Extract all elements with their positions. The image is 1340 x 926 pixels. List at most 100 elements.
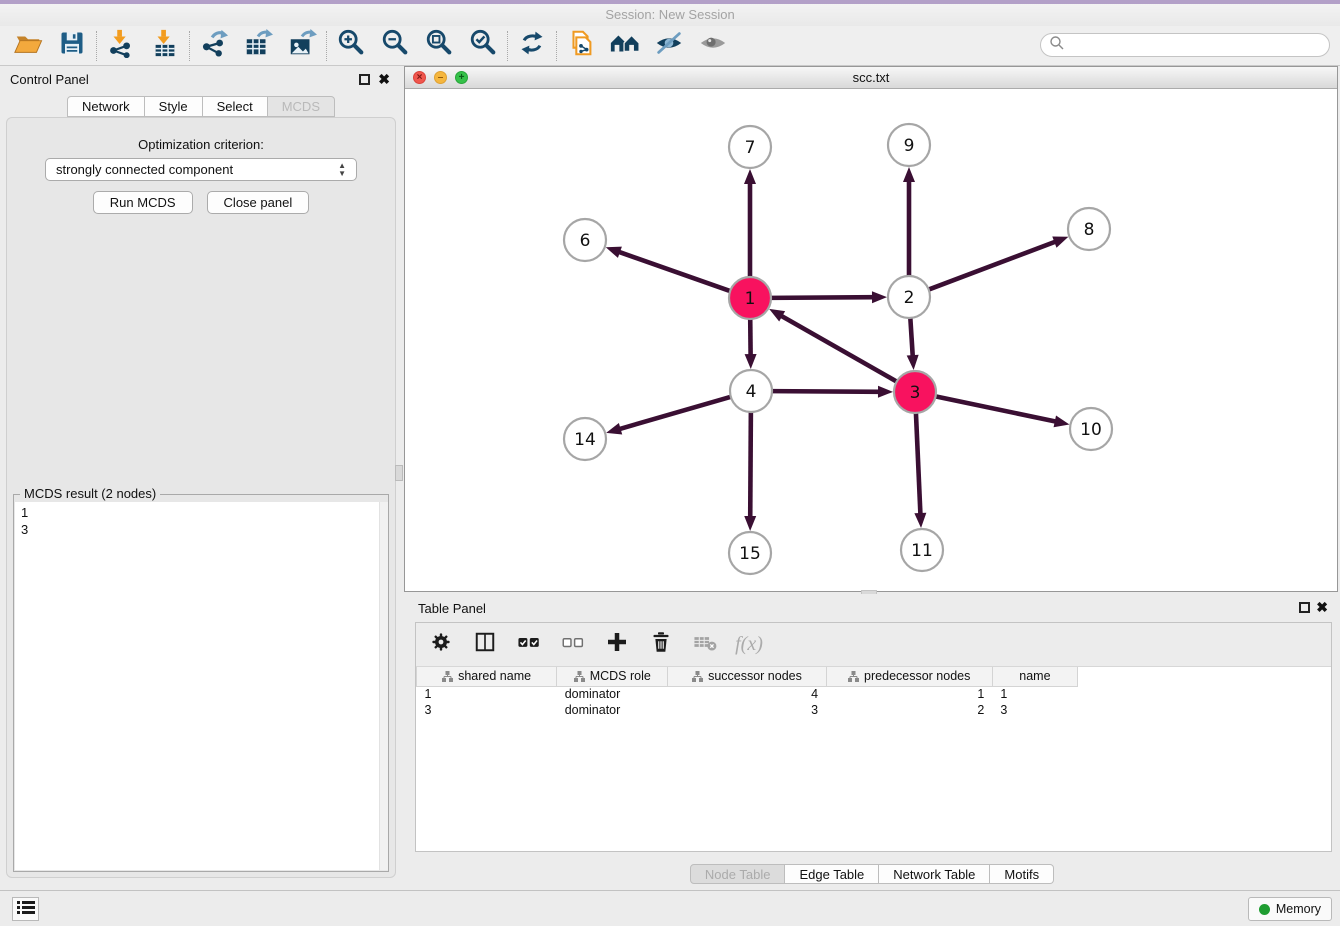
export-table-button[interactable] — [236, 28, 280, 64]
graph-edge-2-3[interactable] — [910, 318, 912, 357]
show-panels-button[interactable] — [691, 28, 735, 64]
network-overview-button[interactable] — [603, 28, 647, 64]
graph-edge-arrowhead — [1052, 236, 1068, 247]
toolbar-separator — [556, 31, 557, 61]
column-header-mcds-role[interactable]: MCDS role — [557, 667, 668, 686]
graph-node-label: 1 — [745, 289, 756, 309]
column-header-name[interactable]: name — [992, 667, 1077, 686]
delete-table-icon — [692, 631, 718, 658]
tab-network[interactable]: Network — [67, 96, 145, 117]
panel-splitter-grip[interactable] — [395, 465, 403, 481]
graph-edge-arrowhead — [745, 354, 757, 369]
graph-edge-arrowhead — [606, 423, 622, 435]
trash-icon — [649, 630, 673, 659]
mcds-result-group: MCDS result (2 nodes) 1 3 — [13, 494, 389, 872]
graph-edge-4-14[interactable] — [619, 397, 731, 429]
control-panel-title: Control Panel — [10, 72, 89, 87]
mcds-result-list[interactable]: 1 3 — [15, 502, 387, 870]
tab-mcds[interactable]: MCDS — [268, 96, 335, 117]
select-all-button[interactable] — [514, 630, 544, 660]
list-icon — [17, 900, 35, 919]
save-floppy-icon — [58, 29, 86, 62]
column-header-successor-nodes[interactable]: successor nodes — [668, 667, 826, 686]
duplicate-network-button[interactable] — [559, 28, 603, 64]
graph-edge-3-1[interactable] — [780, 315, 896, 381]
column-type-icon — [848, 671, 859, 682]
tab-edge-table[interactable]: Edge Table — [785, 864, 879, 884]
optimization-criterion-label: Optimization criterion: — [7, 137, 395, 152]
window-close-icon[interactable]: × — [413, 71, 426, 84]
window-minimize-icon[interactable]: – — [434, 71, 447, 84]
delete-table-button[interactable] — [690, 630, 720, 660]
column-header-shared-name[interactable]: shared name — [417, 667, 557, 686]
add-column-button[interactable] — [602, 630, 632, 660]
result-scrollbar[interactable] — [379, 502, 388, 870]
duplicate-network-icon — [566, 28, 596, 63]
function-builder-button[interactable]: f(x) — [734, 630, 764, 660]
export-image-button[interactable] — [280, 28, 324, 64]
close-panel-icon[interactable]: ✖ — [378, 71, 390, 88]
export-network-button[interactable] — [192, 28, 236, 64]
network-window-titlebar[interactable]: scc.txt × – + — [405, 67, 1337, 89]
float-panel-icon[interactable] — [359, 74, 370, 85]
column-header-predecessor-nodes[interactable]: predecessor nodes — [826, 667, 992, 686]
graph-edge-2-8[interactable] — [929, 241, 1057, 289]
main-toolbar — [0, 26, 1340, 66]
float-table-panel-icon[interactable] — [1299, 602, 1310, 613]
network-canvas[interactable]: 7968124314101511 — [405, 89, 1337, 591]
table-row[interactable]: 1 dominator 4 1 1 — [417, 686, 1078, 702]
zoom-fit-button[interactable] — [417, 28, 461, 64]
graph-edge-arrowhead — [744, 516, 756, 531]
graph-edge-arrowhead — [744, 169, 756, 184]
mcds-panel: Optimization criterion: strongly connect… — [6, 117, 396, 878]
network-window-title: scc.txt — [405, 67, 1337, 89]
unchecked-boxes-icon — [560, 631, 586, 658]
tab-network-table[interactable]: Network Table — [879, 864, 990, 884]
status-bar: Memory — [0, 890, 1340, 926]
graph-edge-arrowhead — [878, 386, 893, 398]
table-panel-title: Table Panel — [418, 601, 486, 616]
zoom-out-button[interactable] — [373, 28, 417, 64]
graph-edge-3-11[interactable] — [916, 413, 921, 515]
graph-edge-arrowhead — [769, 309, 785, 322]
table-row[interactable]: 3 dominator 3 2 3 — [417, 702, 1078, 718]
tab-node-table[interactable]: Node Table — [690, 864, 786, 884]
graph-edge-1-2[interactable] — [771, 297, 874, 298]
zoom-selected-button[interactable] — [461, 28, 505, 64]
table-settings-button[interactable] — [426, 630, 456, 660]
node-table: shared name MCDS role successor nodes pr… — [416, 667, 1078, 718]
graph-edge-3-10[interactable] — [936, 396, 1057, 421]
graph-edge-4-3[interactable] — [772, 391, 880, 392]
import-network-button[interactable] — [99, 28, 143, 64]
tab-motifs[interactable]: Motifs — [990, 864, 1054, 884]
memory-button[interactable]: Memory — [1248, 897, 1332, 921]
tab-select[interactable]: Select — [203, 96, 268, 117]
criterion-value: strongly connected component — [56, 162, 233, 177]
refresh-network-button[interactable] — [510, 28, 554, 64]
window-maximize-icon[interactable]: + — [455, 71, 468, 84]
deselect-all-button[interactable] — [558, 630, 588, 660]
export-image-icon — [287, 28, 317, 63]
open-session-button[interactable] — [6, 28, 50, 64]
graph-edge-1-6[interactable] — [618, 252, 730, 291]
task-history-button[interactable] — [12, 897, 39, 921]
save-session-button[interactable] — [50, 28, 94, 64]
search-input[interactable] — [1040, 33, 1330, 57]
hide-panels-button[interactable] — [647, 28, 691, 64]
zoom-in-button[interactable] — [329, 28, 373, 64]
open-folder-icon — [13, 28, 43, 63]
import-table-icon — [150, 28, 180, 63]
criterion-dropdown[interactable]: strongly connected component ▲▼ — [45, 158, 357, 181]
memory-label: Memory — [1276, 902, 1321, 916]
column-layout-button[interactable] — [470, 630, 500, 660]
close-table-panel-icon[interactable]: ✖ — [1316, 599, 1328, 616]
app-title: Session: New Session — [0, 4, 1340, 26]
tab-style[interactable]: Style — [145, 96, 203, 117]
graph-edge-4-15[interactable] — [750, 412, 751, 518]
import-table-button[interactable] — [143, 28, 187, 64]
close-panel-button[interactable]: Close panel — [207, 191, 310, 214]
run-mcds-button[interactable]: Run MCDS — [93, 191, 193, 214]
table-panel: Table Panel ✖ — [404, 594, 1340, 890]
delete-column-button[interactable] — [646, 630, 676, 660]
toolbar-separator — [507, 31, 508, 61]
